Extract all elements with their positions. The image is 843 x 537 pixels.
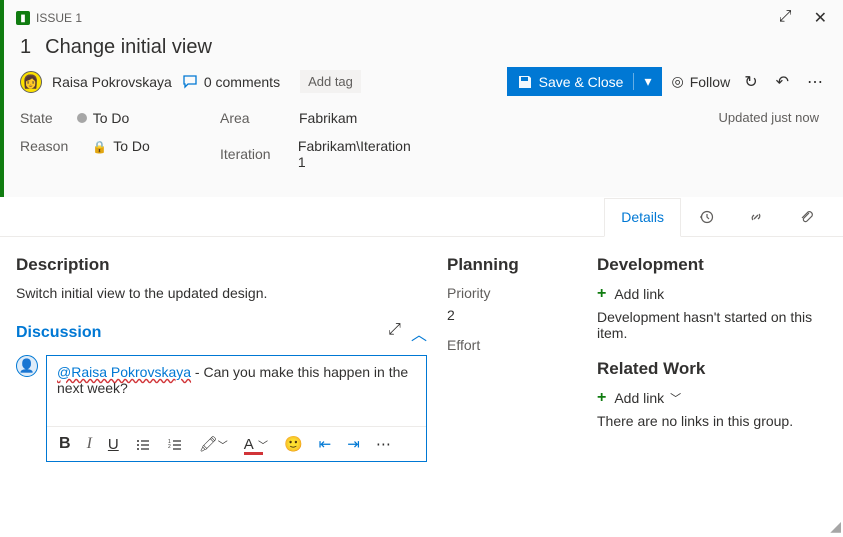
issue-type-icon: ▮ (16, 11, 30, 25)
rte-emoji-button[interactable]: 🙂 (284, 435, 303, 453)
plus-icon: + (597, 389, 606, 407)
priority-label: Priority (447, 285, 577, 301)
assignee-name[interactable]: Raisa Pokrovskaya (52, 74, 172, 90)
rte-outdent-button[interactable]: ⇤ (319, 435, 332, 453)
lock-icon: 🔒 (92, 140, 107, 154)
rte-underline-button[interactable]: U (108, 436, 119, 453)
development-empty-text: Development hasn't started on this item. (597, 309, 827, 341)
iteration-label: Iteration (220, 146, 274, 162)
effort-label[interactable]: Effort (447, 337, 577, 353)
comment-mention[interactable]: @Raisa Pokrovskaya (57, 364, 191, 380)
rte-bullets-button[interactable] (135, 436, 151, 453)
chevron-down-icon: ﹀ (670, 390, 681, 406)
add-tag-button[interactable]: Add tag (300, 70, 361, 93)
related-empty-text: There are no links in this group. (597, 413, 827, 429)
assignee-avatar[interactable]: 👩 (20, 71, 42, 93)
save-dropdown-chevron[interactable]: ▾ (633, 73, 651, 90)
description-text[interactable]: Switch initial view to the updated desig… (16, 285, 427, 301)
area-value[interactable]: Fabrikam (299, 110, 357, 126)
rte-more-button[interactable]: ⋯ (376, 435, 391, 453)
development-heading: Development (597, 255, 827, 275)
priority-value[interactable]: 2 (447, 307, 577, 323)
rich-text-toolbar: B I U 12 🖍﹀ A ﹀ 🙂 ⇤ ⇥ ⋯ (47, 426, 426, 461)
tab-attachments[interactable] (781, 197, 831, 236)
tab-details[interactable]: Details (604, 198, 681, 237)
comments-button[interactable]: 0 comments (182, 73, 280, 91)
expand-icon[interactable]: ⤢ (775, 6, 796, 30)
save-icon (517, 73, 533, 90)
more-actions-icon[interactable]: ⋯ (803, 70, 827, 94)
updated-timestamp: Updated just now (420, 110, 827, 170)
discussion-collapse-icon[interactable]: ︿ (411, 321, 427, 345)
plus-icon: + (597, 285, 606, 303)
save-button-label: Save & Close (539, 74, 624, 90)
issue-id: 1 (20, 36, 31, 59)
current-user-avatar: 👤 (16, 355, 38, 377)
close-icon[interactable]: ✕ (810, 6, 831, 30)
comments-count: 0 comments (204, 74, 280, 90)
rte-font-color-button[interactable]: A ﹀ (244, 436, 268, 453)
reason-value[interactable]: 🔒To Do (92, 138, 150, 154)
issue-type-label: ISSUE 1 (36, 11, 82, 25)
related-add-link-button[interactable]: + Add link ﹀ (597, 389, 827, 407)
discussion-expand-icon[interactable]: ⤢ (388, 321, 401, 345)
follow-button[interactable]: ◎ Follow (672, 73, 731, 90)
related-work-heading: Related Work (597, 359, 827, 379)
svg-text:2: 2 (168, 444, 171, 450)
reason-label: Reason (20, 138, 68, 154)
rte-highlight-button[interactable]: 🖍﹀ (199, 435, 228, 453)
development-add-link-button[interactable]: + Add link (597, 285, 827, 303)
planning-heading: Planning (447, 255, 577, 275)
comment-editor[interactable]: @Raisa Pokrovskaya - Can you make this h… (46, 355, 427, 462)
follow-label: Follow (690, 74, 730, 90)
tab-history[interactable] (681, 197, 731, 236)
discussion-heading: Discussion (16, 324, 101, 342)
refresh-icon[interactable]: ↻ (740, 70, 761, 94)
rte-indent-button[interactable]: ⇥ (347, 435, 360, 453)
rte-numbered-list-button[interactable]: 12 (167, 436, 183, 453)
tab-links[interactable] (731, 197, 781, 236)
undo-icon[interactable]: ↶ (772, 70, 793, 94)
rte-italic-button[interactable]: I (87, 435, 92, 453)
state-label: State (20, 110, 53, 126)
comment-icon (182, 73, 198, 91)
resize-grip-icon[interactable]: ◢ (830, 518, 841, 535)
area-label: Area (220, 110, 275, 126)
follow-icon: ◎ (672, 73, 684, 90)
rte-bold-button[interactable]: B (59, 435, 71, 453)
issue-title[interactable]: Change initial view (45, 36, 212, 59)
state-value[interactable]: To Do (77, 110, 130, 126)
save-and-close-button[interactable]: Save & Close ▾ (507, 67, 662, 96)
iteration-value[interactable]: Fabrikam\Iteration 1 (298, 138, 420, 170)
description-heading: Description (16, 255, 427, 275)
